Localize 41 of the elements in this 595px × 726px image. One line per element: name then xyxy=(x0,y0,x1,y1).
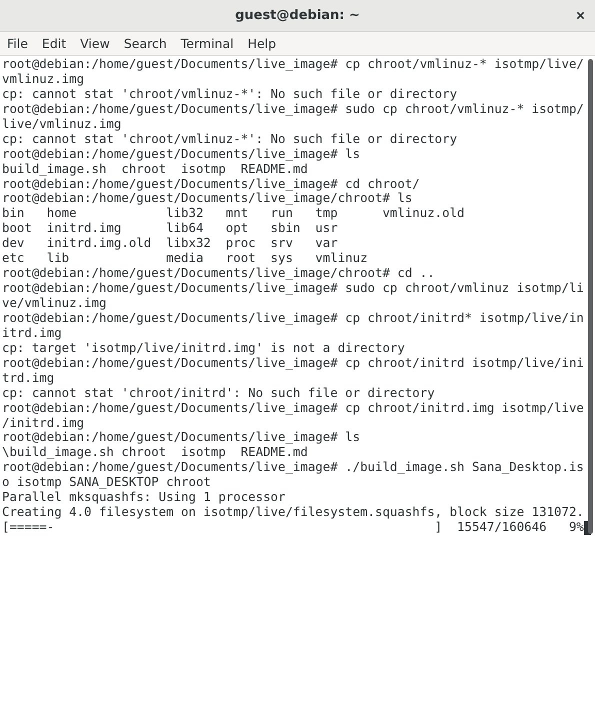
terminal-line: \build_image.sh chroot isotmp README.md xyxy=(2,445,308,460)
menu-item[interactable]: Help xyxy=(240,36,284,51)
terminal-line: cp: cannot stat 'chroot/initrd': No such file or directory xyxy=(2,386,435,401)
terminal-line: root@debian:/home/guest/Documents/live_image# cd chroot/ xyxy=(2,176,420,192)
terminal-line: root@debian:/home/guest/Documents/live_image# sudo cp chroot/vmlinuz isotmp/li xyxy=(2,281,584,296)
terminal-line: vmlinuz.img xyxy=(2,72,84,87)
terminal-line: trd.img xyxy=(2,370,54,386)
terminal-line: Parallel mksquashfs: Using 1 processor xyxy=(2,490,286,506)
scrollbar-thumb[interactable] xyxy=(588,59,593,534)
menu-item[interactable]: File xyxy=(0,36,35,51)
terminal-line: root@debian:/home/guest/Documents/live_image# cp chroot/initrd isotmp/live/ini xyxy=(2,356,584,371)
terminal-line: live/vmlinuz.img xyxy=(2,116,122,132)
terminal-line: root@debian:/home/guest/Documents/live_image# cp chroot/initrd.img isotmp/live xyxy=(2,400,584,416)
menu-item[interactable]: Edit xyxy=(34,36,74,51)
terminal-line: dev initrd.img.old libx32 proc srv var xyxy=(2,236,338,252)
terminal-line: cp: cannot stat 'chroot/vmlinuz-*': No such file or directory xyxy=(2,86,458,102)
terminal-line: root@debian:/home/guest/Documents/live_image# ./build_image.sh Sana_Desktop.is xyxy=(2,460,584,476)
terminal-line: build_image.sh chroot isotmp README.md xyxy=(2,162,308,177)
menu-item[interactable]: Terminal xyxy=(174,36,241,51)
terminal-line: o isotmp SANA_DESKTOP chroot xyxy=(2,475,211,490)
close-icon[interactable] xyxy=(576,11,585,20)
terminal-line: itrd.img xyxy=(2,326,62,341)
terminal-line: root@debian:/home/guest/Documents/live_image/chroot# ls xyxy=(2,191,412,206)
menu-item[interactable]: Search xyxy=(116,36,174,51)
terminal-line: cp: cannot stat 'chroot/vmlinuz-*': No such file or directory xyxy=(2,132,458,147)
terminal-line: root@debian:/home/guest/Documents/live_image# sudo cp chroot/vmlinuz-* isotmp/ xyxy=(2,102,584,117)
terminal-line: root@debian:/home/guest/Documents/live_image# cp chroot/vmlinuz-* isotmp/live/ xyxy=(2,57,584,72)
terminal-line: root@debian:/home/guest/Documents/live_image# ls xyxy=(2,146,360,162)
terminal-line: root@debian:/home/guest/Documents/live_image# ls xyxy=(2,430,360,446)
window-title: guest@debian: ~ xyxy=(235,8,360,23)
terminal-line: cp: target 'isotmp/live/initrd.img' is not a directory xyxy=(2,340,405,356)
terminal-line: bin home lib32 mnt run tmp vmlinuz.old xyxy=(2,206,465,222)
terminal-line: Creating 4.0 filesystem on isotmp/live/filesystem.squashfs, block size 131072. xyxy=(2,505,584,520)
terminal-line: [=====- ] 15547/160646 9% xyxy=(2,520,584,536)
terminal-line: etc lib media root sys vmlinuz xyxy=(2,251,368,266)
terminal-line: ve/vmlinuz.img xyxy=(2,296,106,311)
menu-item[interactable]: View xyxy=(73,36,117,51)
terminal-line: boot initrd.img lib64 opt sbin usr xyxy=(2,221,338,236)
terminal-line: root@debian:/home/guest/Documents/live_image# cp chroot/initrd* isotmp/live/in xyxy=(2,310,584,326)
terminal-line: root@debian:/home/guest/Documents/live_image/chroot# cd .. xyxy=(2,266,435,282)
terminal-line: /initrd.img xyxy=(2,416,84,430)
